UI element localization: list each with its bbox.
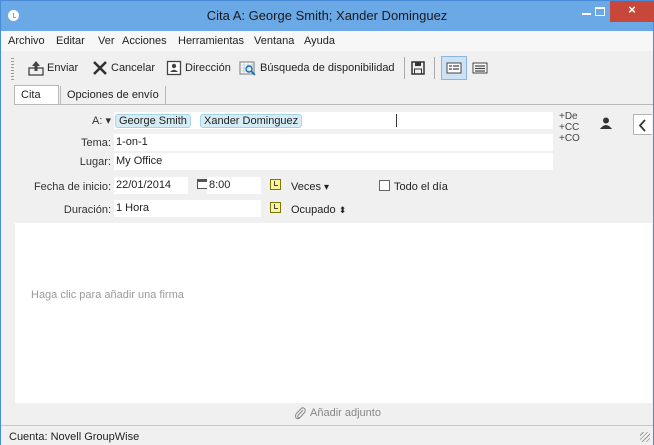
- up-down-arrows-icon: ⬍: [338, 205, 347, 215]
- attachment-bar[interactable]: Añadir adjunto: [15, 403, 652, 423]
- recipient-chip[interactable]: Xander Dominguez: [200, 114, 303, 128]
- availability-label: Búsqueda de disponibilidad: [260, 62, 395, 74]
- tab-opciones-de-envio[interactable]: Opciones de envío: [60, 86, 166, 104]
- repeat-label: Veces: [291, 181, 321, 193]
- menu-archivo[interactable]: Archivo: [8, 35, 45, 47]
- message-body[interactable]: Haga clic para añadir una firma: [15, 223, 652, 403]
- toolbar-divider: [404, 57, 405, 79]
- recipient-chip[interactable]: George Smith: [115, 114, 191, 128]
- appointment-window: Cita A: George Smith; Xander Dominguez ×…: [0, 0, 654, 445]
- repeat-dropdown[interactable]: Veces ▾: [291, 181, 329, 193]
- start-time-input[interactable]: 8:00: [207, 177, 261, 194]
- tab-cita[interactable]: Cita: [14, 85, 59, 105]
- all-day-label: Todo el día: [394, 181, 448, 193]
- availability-search-button[interactable]: Búsqueda de disponibilidad: [239, 59, 395, 77]
- text-caret: [396, 114, 397, 127]
- resize-grip[interactable]: [640, 432, 650, 442]
- collapse-panel-button[interactable]: [633, 114, 652, 135]
- toolbar-divider: [434, 57, 435, 79]
- close-button[interactable]: ×: [610, 1, 654, 22]
- address-book-icon: [166, 60, 182, 76]
- chevron-left-icon: [638, 119, 646, 132]
- address-button[interactable]: Dirección: [166, 59, 231, 77]
- duration-input[interactable]: 1 Hora: [114, 200, 261, 217]
- view-mode-text-button[interactable]: [472, 59, 491, 77]
- subject-input[interactable]: 1-on-1: [114, 134, 553, 151]
- place-label: Lugar:: [79, 156, 111, 168]
- send-icon: [28, 60, 44, 76]
- menu-editar[interactable]: Editar: [56, 35, 85, 47]
- save-draft-button[interactable]: [410, 59, 429, 77]
- send-button[interactable]: Enviar: [28, 59, 78, 77]
- address-label: Dirección: [185, 62, 231, 74]
- place-input[interactable]: My Office: [114, 153, 553, 170]
- add-attachment-label: Añadir adjunto: [310, 407, 381, 419]
- busy-status-dropdown[interactable]: Ocupado ⬍: [291, 204, 346, 216]
- appointment-form: A: ▾ George Smith Xander Dominguez +De +…: [15, 105, 652, 223]
- status-bar: Cuenta: Novell GroupWise: [1, 425, 653, 445]
- to-label: A:: [92, 115, 103, 127]
- menu-bar: Archivo Editar Ver Acciones Herramientas…: [1, 31, 653, 51]
- add-bc-link[interactable]: +CO: [559, 133, 580, 144]
- chevron-down-icon: ▾: [105, 115, 111, 127]
- paperclip-icon: [294, 406, 306, 423]
- toolbar-grip[interactable]: [11, 58, 14, 80]
- start-date-input[interactable]: 22/01/2014: [114, 177, 188, 194]
- menu-herramientas[interactable]: Herramientas: [178, 35, 244, 47]
- add-cc-link[interactable]: +CC: [559, 122, 579, 133]
- signature-hint[interactable]: Haga clic para añadir una firma: [31, 289, 184, 301]
- form-view-icon: [446, 60, 462, 76]
- menu-acciones[interactable]: Acciones: [122, 35, 167, 47]
- user-icon[interactable]: [599, 116, 613, 130]
- menu-ventana[interactable]: Ventana: [254, 35, 294, 47]
- subject-label: Tema:: [81, 137, 111, 149]
- cancel-x-icon: [92, 60, 108, 76]
- clock-icon[interactable]: [270, 179, 281, 190]
- duration-label: Duración:: [63, 204, 111, 216]
- account-status: Cuenta: Novell GroupWise: [9, 431, 140, 443]
- send-label: Enviar: [47, 62, 79, 74]
- menu-ver[interactable]: Ver: [98, 35, 115, 47]
- view-mode-form-button[interactable]: [441, 56, 467, 80]
- all-day-checkbox[interactable]: [379, 180, 390, 191]
- title-bar: Cita A: George Smith; Xander Dominguez ×: [1, 1, 654, 31]
- add-from-link[interactable]: +De: [559, 111, 578, 122]
- save-disk-icon: [410, 60, 426, 76]
- cancel-label: Cancelar: [111, 62, 156, 74]
- toolbar: Enviar Cancelar Dirección Búsqueda de di…: [1, 53, 653, 83]
- clock-icon[interactable]: [270, 202, 281, 213]
- cancel-button[interactable]: Cancelar: [92, 59, 155, 77]
- window-title: Cita A: George Smith; Xander Dominguez: [206, 8, 448, 23]
- menu-ayuda[interactable]: Ayuda: [304, 35, 335, 47]
- chevron-down-icon: ▾: [324, 182, 330, 193]
- to-field[interactable]: George Smith Xander Dominguez: [114, 112, 553, 129]
- start-date-label: Fecha de inicio:: [33, 181, 111, 193]
- to-label-dropdown[interactable]: A: ▾: [67, 114, 111, 127]
- busy-status-label: Ocupado: [291, 204, 336, 216]
- text-view-icon: [472, 60, 488, 76]
- availability-search-icon: [239, 60, 257, 76]
